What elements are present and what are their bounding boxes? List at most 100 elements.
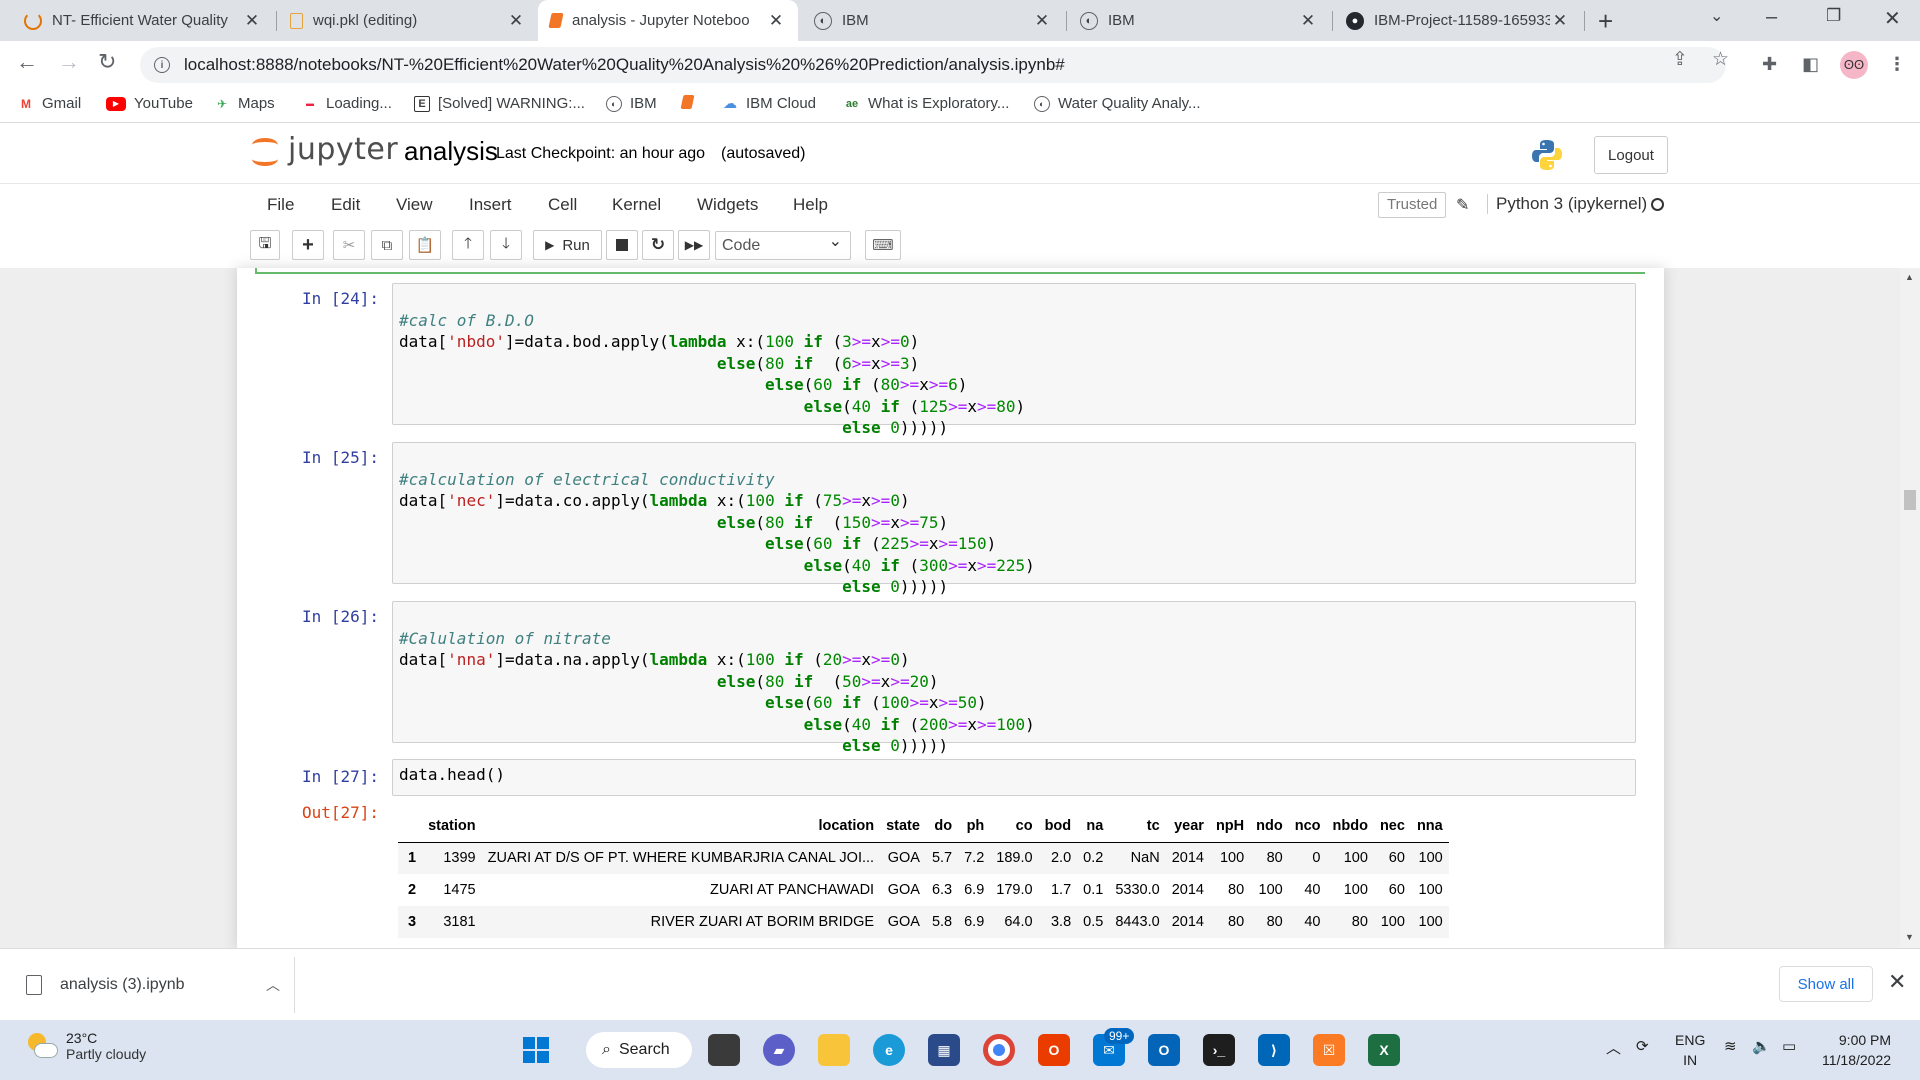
task-view-icon[interactable] <box>708 1034 740 1066</box>
new-tab-button[interactable]: + <box>1598 6 1613 37</box>
tab-wqi-pkl[interactable]: wqi.pkl (editing) ✕ <box>278 0 538 41</box>
language-indicator[interactable]: ENG IN <box>1675 1030 1705 1070</box>
code-cell-nitrate[interactable]: #Calulation of nitrate data['nna']=data.n… <box>392 601 1636 755</box>
show-hidden-icons-chevron-icon[interactable]: ︿ <box>1606 1037 1621 1058</box>
side-panel-icon[interactable]: ◧ <box>1802 54 1819 75</box>
menu-view[interactable]: View <box>396 195 433 215</box>
menu-help[interactable]: Help <box>793 195 828 215</box>
tab-nt-efficient[interactable]: NT- Efficient Water Quality ✕ <box>12 0 274 41</box>
microsoft-store-icon[interactable]: ▦ <box>928 1034 960 1066</box>
xampp-icon[interactable]: ☒ <box>1313 1034 1345 1066</box>
tab-ibm-project-github[interactable]: ● IBM-Project-11589-165933 ✕ <box>1334 0 1582 41</box>
page-scrollbar[interactable]: ▲ ▼ <box>1900 268 1920 948</box>
more-menu-icon[interactable]: ⋮ <box>1888 54 1906 75</box>
address-bar[interactable]: i localhost:8888/notebooks/NT-%20Efficie… <box>140 47 1726 83</box>
close-tab-icon[interactable]: ✕ <box>1298 11 1318 31</box>
profile-avatar[interactable]: ʘʘ <box>1840 51 1868 79</box>
scroll-up-arrow-icon[interactable]: ▲ <box>1905 272 1914 282</box>
terminal-icon[interactable]: ›_ <box>1203 1034 1235 1066</box>
restart-button[interactable]: ↻ <box>642 230 674 260</box>
menu-file[interactable]: File <box>267 195 294 215</box>
bookmark-star-icon[interactable]: ☆ <box>1712 48 1729 71</box>
menu-edit[interactable]: Edit <box>331 195 360 215</box>
menu-insert[interactable]: Insert <box>469 195 512 215</box>
download-item[interactable]: analysis (3).ipynb ︿ <box>12 957 295 1013</box>
bookmark-solved-warning[interactable]: E [Solved] WARNING:... <box>414 95 585 112</box>
edge-icon[interactable]: e <box>873 1034 905 1066</box>
bookmark-ibm[interactable]: ◐ IBM <box>606 95 657 112</box>
restore-button[interactable]: ❐ <box>1826 6 1841 26</box>
tab-ibm-1[interactable]: ◐ IBM ✕ <box>802 0 1064 41</box>
restart-run-all-button[interactable]: ▶▶ <box>678 230 710 260</box>
scrollbar-thumb[interactable] <box>1904 490 1916 510</box>
bookmark-youtube[interactable]: ▶ YouTube <box>106 95 193 112</box>
close-window-button[interactable]: ✕ <box>1884 6 1901 31</box>
vscode-icon[interactable]: ⟩ <box>1258 1034 1290 1066</box>
back-button[interactable]: ← <box>16 49 38 75</box>
close-tab-icon[interactable]: ✕ <box>506 11 526 31</box>
code-cell-bdo[interactable]: #calc of B.D.O data['nbdo']=data.bod.appl… <box>392 283 1636 437</box>
office-icon[interactable]: O <box>1038 1034 1070 1066</box>
menu-widgets[interactable]: Widgets <box>697 195 758 215</box>
copy-button[interactable]: ⧉ <box>371 230 403 260</box>
sync-icon[interactable]: ⟳ <box>1636 1037 1649 1055</box>
insert-cell-button[interactable]: + <box>292 230 324 260</box>
extensions-icon[interactable]: ✚ <box>1762 54 1777 75</box>
reload-button[interactable]: ↻ <box>98 49 116 75</box>
menu-kernel[interactable]: Kernel <box>612 195 661 215</box>
code-cell-head[interactable]: data.head() <box>392 759 1636 796</box>
move-down-button[interactable]: 🡓 <box>490 230 522 260</box>
taskbar-search[interactable]: ⌕ Search <box>586 1032 692 1068</box>
bookmark-gmail[interactable]: M Gmail <box>18 95 81 112</box>
close-download-bar-icon[interactable]: ✕ <box>1888 969 1906 995</box>
globe-icon: ◐ <box>606 95 622 112</box>
command-palette-button[interactable]: ⌨ <box>865 230 901 260</box>
battery-icon[interactable]: ▭ <box>1782 1037 1796 1055</box>
bookmark-jupyter[interactable] <box>680 95 701 109</box>
bookmark-loading[interactable]: ▬ Loading... <box>302 95 392 112</box>
close-tab-icon[interactable]: ✕ <box>1032 11 1052 31</box>
forward-button[interactable]: → <box>58 49 80 75</box>
file-explorer-icon[interactable] <box>818 1034 850 1066</box>
close-tab-icon[interactable]: ✕ <box>1550 11 1570 31</box>
paste-button[interactable]: 📋 <box>409 230 441 260</box>
chat-icon[interactable]: ▰ <box>763 1034 795 1066</box>
tab-search-chevron-icon[interactable]: ⌄ <box>1710 6 1723 26</box>
scroll-down-arrow-icon[interactable]: ▼ <box>1905 932 1914 942</box>
wifi-icon[interactable]: ≋ <box>1724 1037 1737 1055</box>
share-icon[interactable]: ⇪ <box>1672 48 1688 71</box>
bookmark-water-quality[interactable]: ◐ Water Quality Analy... <box>1034 95 1201 112</box>
bookmark-ibm-cloud[interactable]: ☁ IBM Cloud <box>722 95 816 112</box>
chevron-up-icon[interactable]: ︿ <box>266 975 280 995</box>
volume-icon[interactable]: 🔈 <box>1752 1037 1771 1055</box>
close-tab-icon[interactable]: ✕ <box>242 11 262 31</box>
tab-ibm-2[interactable]: ◐ IBM ✕ <box>1068 0 1330 41</box>
excel-icon[interactable]: X <box>1368 1034 1400 1066</box>
menu-cell[interactable]: Cell <box>548 195 577 215</box>
tab-analysis-jupyter[interactable]: analysis - Jupyter Noteboo ✕ <box>538 0 798 41</box>
minimize-button[interactable]: – <box>1766 6 1777 29</box>
bookmark-exploratory[interactable]: ae What is Exploratory... <box>844 95 1010 112</box>
jupyter-logo[interactable]: jupyter <box>252 132 398 167</box>
chrome-icon[interactable] <box>983 1034 1015 1066</box>
logout-button[interactable]: Logout <box>1594 136 1668 174</box>
code-cell-conductivity[interactable]: #calculation of electrical conductivity d… <box>392 442 1636 596</box>
show-all-downloads-button[interactable]: Show all <box>1779 966 1873 1002</box>
weather-widget[interactable]: 23°C Partly cloudy <box>26 1030 146 1062</box>
system-clock[interactable]: 9:00 PM 11/18/2022 <box>1822 1030 1891 1070</box>
trusted-indicator[interactable]: Trusted <box>1378 192 1447 218</box>
bookmark-maps[interactable]: ✈ Maps <box>214 95 275 112</box>
close-tab-icon[interactable]: ✕ <box>766 11 786 31</box>
interrupt-button[interactable] <box>606 230 638 260</box>
site-info-icon[interactable]: i <box>154 57 170 73</box>
outlook-icon[interactable]: O <box>1148 1034 1180 1066</box>
cut-button[interactable]: ✂ <box>333 230 365 260</box>
move-up-button[interactable]: 🡑 <box>452 230 484 260</box>
edit-pencil-icon[interactable]: ✎ <box>1456 195 1469 215</box>
windows-start-icon[interactable] <box>520 1034 552 1066</box>
notebook-name[interactable]: analysis <box>404 136 498 167</box>
run-button[interactable]: ▶ Run <box>533 230 602 260</box>
kernel-name[interactable]: Python 3 (ipykernel) <box>1487 194 1647 214</box>
cell-type-select[interactable]: Code <box>715 228 851 260</box>
save-button[interactable]: 🖫 <box>250 230 280 260</box>
